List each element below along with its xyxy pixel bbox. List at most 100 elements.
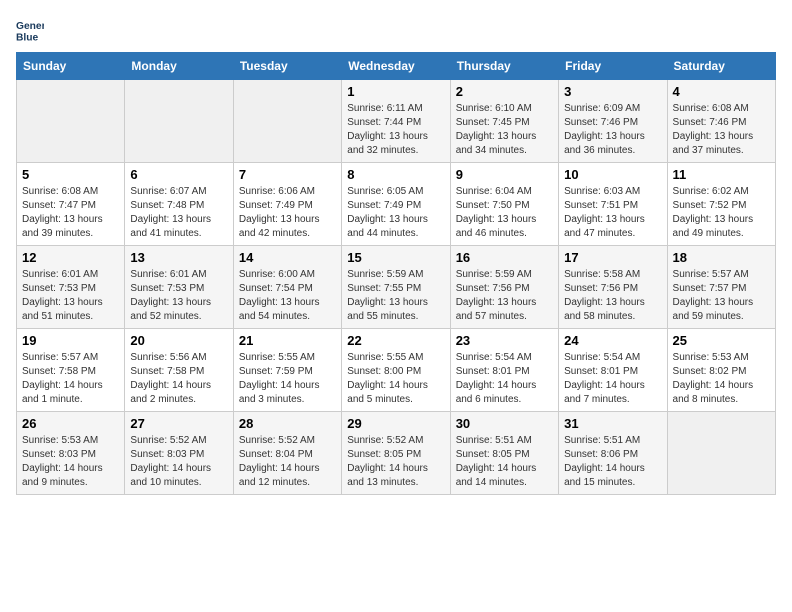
day-info: Sunrise: 5:55 AM Sunset: 8:00 PM Dayligh… (347, 351, 444, 407)
day-info: Sunrise: 5:57 AM Sunset: 7:57 PM Dayligh… (673, 268, 770, 324)
day-info: Sunrise: 5:54 AM Sunset: 8:01 PM Dayligh… (456, 351, 553, 407)
calendar-cell (233, 80, 341, 163)
calendar-cell: 17 Sunrise: 5:58 AM Sunset: 7:56 PM Dayli… (559, 246, 667, 329)
calendar-header: SundayMondayTuesdayWednesdayThursdayFrid… (17, 53, 776, 80)
day-info: Sunrise: 5:52 AM Sunset: 8:05 PM Dayligh… (347, 434, 444, 490)
day-number: 15 (347, 250, 444, 265)
day-number: 3 (564, 84, 661, 99)
day-number: 14 (239, 250, 336, 265)
day-info: Sunrise: 5:52 AM Sunset: 8:03 PM Dayligh… (130, 434, 227, 490)
weekday-header-row: SundayMondayTuesdayWednesdayThursdayFrid… (17, 53, 776, 80)
day-info: Sunrise: 6:11 AM Sunset: 7:44 PM Dayligh… (347, 102, 444, 158)
calendar-cell: 6 Sunrise: 6:07 AM Sunset: 7:48 PM Daylig… (125, 163, 233, 246)
day-number: 5 (22, 167, 119, 182)
day-info: Sunrise: 6:00 AM Sunset: 7:54 PM Dayligh… (239, 268, 336, 324)
calendar-cell: 22 Sunrise: 5:55 AM Sunset: 8:00 PM Dayli… (342, 329, 450, 412)
calendar-cell: 3Sunrise: 6:09 AM Sunset: 7:46 PM Daylig… (559, 80, 667, 163)
day-number: 21 (239, 333, 336, 348)
calendar-cell (667, 412, 775, 495)
week-row-1: 1 Sunrise: 6:11 AM Sunset: 7:44 PM Daylig… (17, 80, 776, 163)
calendar-cell: 19Sunrise: 5:57 AM Sunset: 7:58 PM Dayli… (17, 329, 125, 412)
weekday-wednesday: Wednesday (342, 53, 450, 80)
calendar-cell: 10Sunrise: 6:03 AM Sunset: 7:51 PM Dayli… (559, 163, 667, 246)
day-number: 8 (347, 167, 444, 182)
day-number: 30 (456, 416, 553, 431)
day-number: 22 (347, 333, 444, 348)
day-info: Sunrise: 6:07 AM Sunset: 7:48 PM Dayligh… (130, 185, 227, 241)
calendar-cell: 26 Sunrise: 5:53 AM Sunset: 8:03 PM Dayli… (17, 412, 125, 495)
day-number: 12 (22, 250, 119, 265)
day-info: Sunrise: 6:08 AM Sunset: 7:46 PM Dayligh… (673, 102, 770, 158)
day-number: 27 (130, 416, 227, 431)
day-number: 24 (564, 333, 661, 348)
svg-text:Blue: Blue (16, 32, 39, 43)
week-row-3: 12 Sunrise: 6:01 AM Sunset: 7:53 PM Dayli… (17, 246, 776, 329)
calendar-cell: 7 Sunrise: 6:06 AM Sunset: 7:49 PM Daylig… (233, 163, 341, 246)
calendar-cell: 24Sunrise: 5:54 AM Sunset: 8:01 PM Dayli… (559, 329, 667, 412)
day-number: 17 (564, 250, 661, 265)
calendar-cell: 23 Sunrise: 5:54 AM Sunset: 8:01 PM Dayli… (450, 329, 558, 412)
day-number: 13 (130, 250, 227, 265)
day-number: 23 (456, 333, 553, 348)
weekday-monday: Monday (125, 53, 233, 80)
day-number: 19 (22, 333, 119, 348)
weekday-friday: Friday (559, 53, 667, 80)
day-info: Sunrise: 5:58 AM Sunset: 7:56 PM Dayligh… (564, 268, 661, 324)
day-info: Sunrise: 6:10 AM Sunset: 7:45 PM Dayligh… (456, 102, 553, 158)
day-info: Sunrise: 6:06 AM Sunset: 7:49 PM Dayligh… (239, 185, 336, 241)
calendar-cell: 28 Sunrise: 5:52 AM Sunset: 8:04 PM Dayli… (233, 412, 341, 495)
day-info: Sunrise: 5:53 AM Sunset: 8:02 PM Dayligh… (673, 351, 770, 407)
calendar-cell: 27 Sunrise: 5:52 AM Sunset: 8:03 PM Dayli… (125, 412, 233, 495)
calendar-cell: 13 Sunrise: 6:01 AM Sunset: 7:53 PM Dayli… (125, 246, 233, 329)
logo: General Blue (16, 16, 48, 44)
calendar-cell: 16 Sunrise: 5:59 AM Sunset: 7:56 PM Dayli… (450, 246, 558, 329)
calendar-cell: 4 Sunrise: 6:08 AM Sunset: 7:46 PM Daylig… (667, 80, 775, 163)
day-number: 31 (564, 416, 661, 431)
calendar-table: SundayMondayTuesdayWednesdayThursdayFrid… (16, 52, 776, 495)
day-number: 28 (239, 416, 336, 431)
svg-text:General: General (16, 21, 44, 32)
calendar-cell: 2 Sunrise: 6:10 AM Sunset: 7:45 PM Daylig… (450, 80, 558, 163)
calendar-cell: 14 Sunrise: 6:00 AM Sunset: 7:54 PM Dayli… (233, 246, 341, 329)
day-number: 2 (456, 84, 553, 99)
calendar-cell: 12 Sunrise: 6:01 AM Sunset: 7:53 PM Dayli… (17, 246, 125, 329)
calendar-cell: 15Sunrise: 5:59 AM Sunset: 7:55 PM Dayli… (342, 246, 450, 329)
day-number: 4 (673, 84, 770, 99)
day-number: 26 (22, 416, 119, 431)
calendar-cell: 18Sunrise: 5:57 AM Sunset: 7:57 PM Dayli… (667, 246, 775, 329)
day-number: 25 (673, 333, 770, 348)
day-info: Sunrise: 5:53 AM Sunset: 8:03 PM Dayligh… (22, 434, 119, 490)
day-info: Sunrise: 6:02 AM Sunset: 7:52 PM Dayligh… (673, 185, 770, 241)
calendar-cell: 8 Sunrise: 6:05 AM Sunset: 7:49 PM Daylig… (342, 163, 450, 246)
calendar-cell: 21 Sunrise: 5:55 AM Sunset: 7:59 PM Dayli… (233, 329, 341, 412)
week-row-2: 5 Sunrise: 6:08 AM Sunset: 7:47 PM Daylig… (17, 163, 776, 246)
day-number: 1 (347, 84, 444, 99)
day-number: 16 (456, 250, 553, 265)
day-info: Sunrise: 5:52 AM Sunset: 8:04 PM Dayligh… (239, 434, 336, 490)
day-info: Sunrise: 6:04 AM Sunset: 7:50 PM Dayligh… (456, 185, 553, 241)
day-info: Sunrise: 6:01 AM Sunset: 7:53 PM Dayligh… (22, 268, 119, 324)
day-info: Sunrise: 6:05 AM Sunset: 7:49 PM Dayligh… (347, 185, 444, 241)
calendar-cell: 30 Sunrise: 5:51 AM Sunset: 8:05 PM Dayli… (450, 412, 558, 495)
calendar-body: 1 Sunrise: 6:11 AM Sunset: 7:44 PM Daylig… (17, 80, 776, 495)
day-info: Sunrise: 5:55 AM Sunset: 7:59 PM Dayligh… (239, 351, 336, 407)
day-info: Sunrise: 5:59 AM Sunset: 7:56 PM Dayligh… (456, 268, 553, 324)
day-number: 9 (456, 167, 553, 182)
day-number: 20 (130, 333, 227, 348)
day-number: 6 (130, 167, 227, 182)
day-number: 11 (673, 167, 770, 182)
calendar-cell: 31Sunrise: 5:51 AM Sunset: 8:06 PM Dayli… (559, 412, 667, 495)
day-number: 7 (239, 167, 336, 182)
weekday-sunday: Sunday (17, 53, 125, 80)
day-info: Sunrise: 6:01 AM Sunset: 7:53 PM Dayligh… (130, 268, 227, 324)
calendar-cell: 29 Sunrise: 5:52 AM Sunset: 8:05 PM Dayli… (342, 412, 450, 495)
day-info: Sunrise: 5:51 AM Sunset: 8:05 PM Dayligh… (456, 434, 553, 490)
day-info: Sunrise: 5:56 AM Sunset: 7:58 PM Dayligh… (130, 351, 227, 407)
weekday-saturday: Saturday (667, 53, 775, 80)
calendar-cell (125, 80, 233, 163)
day-info: Sunrise: 6:08 AM Sunset: 7:47 PM Dayligh… (22, 185, 119, 241)
weekday-tuesday: Tuesday (233, 53, 341, 80)
calendar-cell: 1 Sunrise: 6:11 AM Sunset: 7:44 PM Daylig… (342, 80, 450, 163)
calendar-cell (17, 80, 125, 163)
day-number: 29 (347, 416, 444, 431)
